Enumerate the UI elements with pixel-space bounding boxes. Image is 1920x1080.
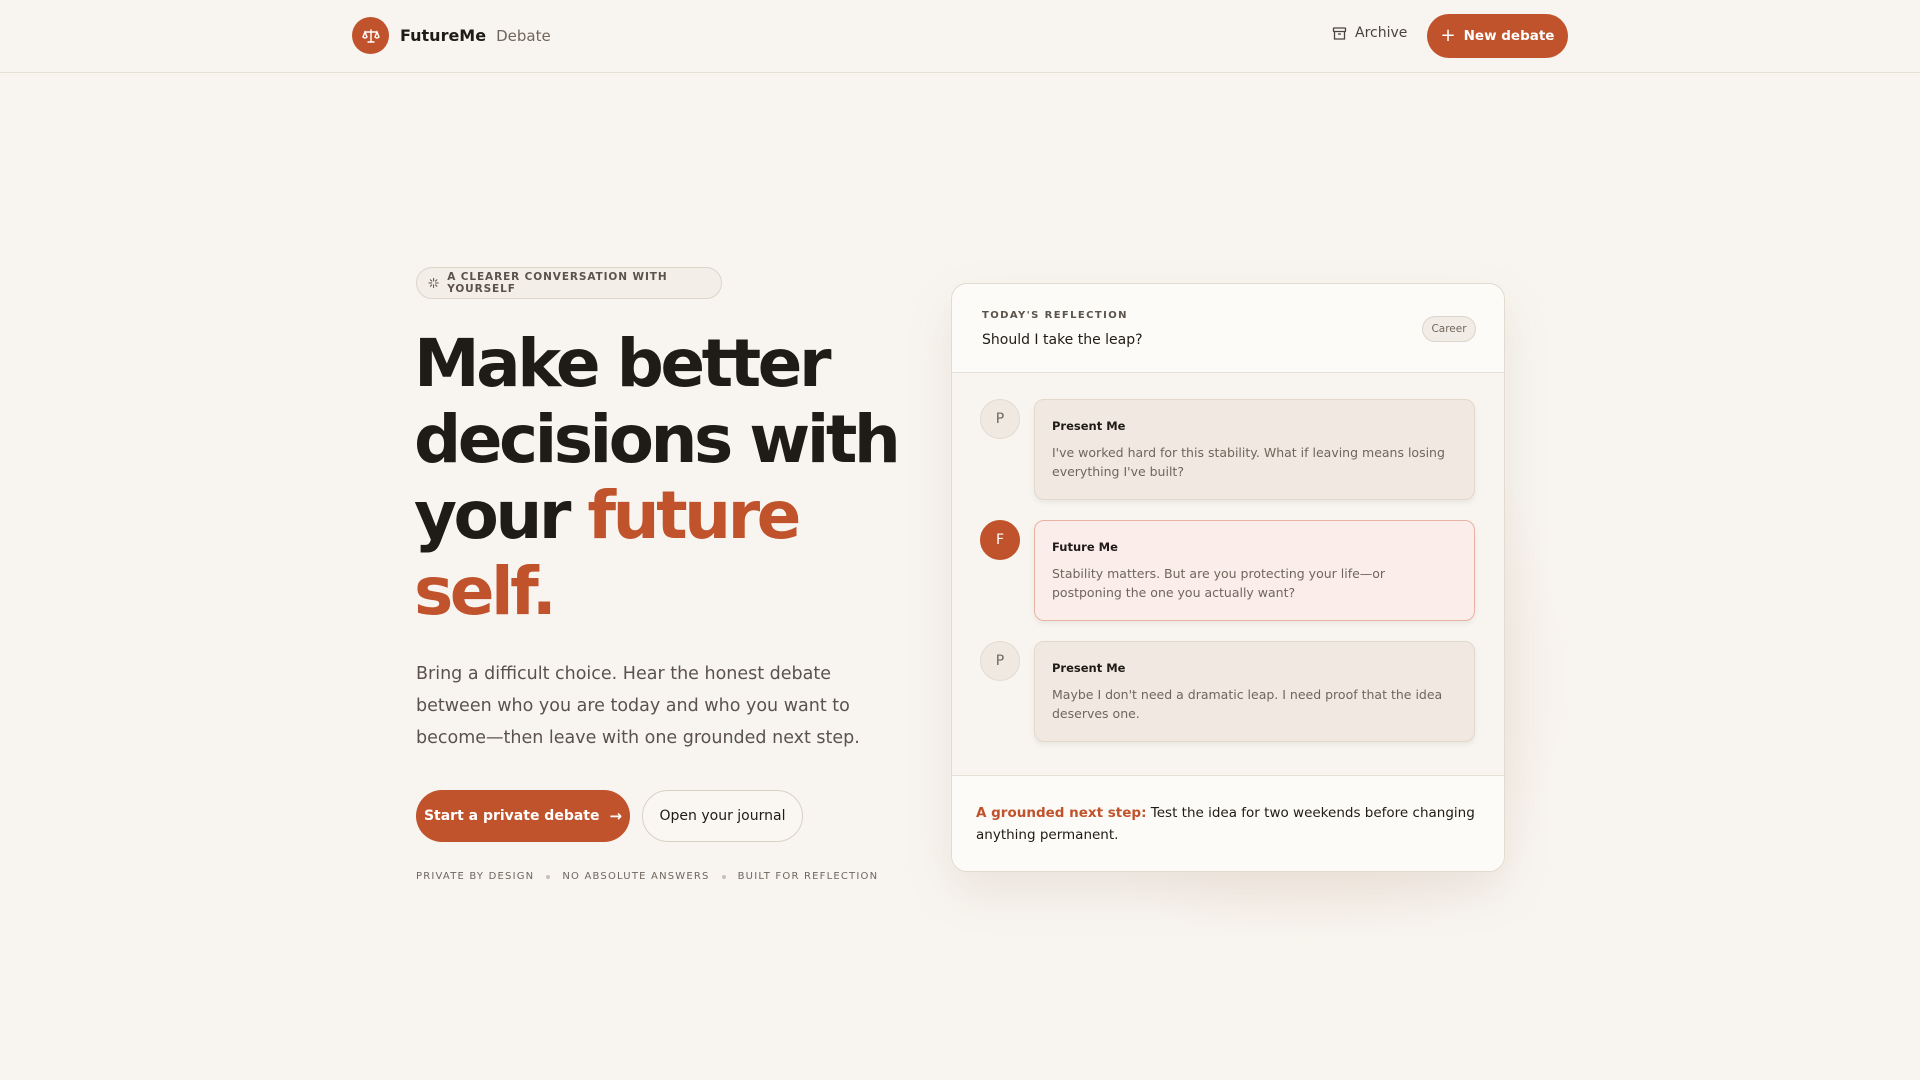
headline-line-3: your: [414, 477, 571, 554]
archive-label: Archive: [1355, 25, 1408, 41]
message-bubble: Present Me Maybe I don't need a dramatic…: [1034, 641, 1475, 742]
start-debate-button[interactable]: Start a private debate →: [416, 790, 630, 842]
archive-link[interactable]: Archive: [1332, 25, 1407, 41]
message-bubble: Future Me Stability matters. But are you…: [1034, 520, 1475, 621]
card-header: TODAY'S REFLECTION Should I take the lea…: [952, 284, 1504, 373]
feature-tags: PRIVATE BY DESIGN NO ABSOLUTE ANSWERS BU…: [416, 871, 878, 882]
sparkle-icon: [428, 277, 439, 289]
brand-name: FutureMe: [400, 26, 487, 45]
avatar: P: [980, 399, 1020, 439]
start-debate-label: Start a private debate: [423, 808, 600, 824]
message-bubble: Present Me I've worked hard for this sta…: [1034, 399, 1475, 500]
archive-box-icon: [1332, 26, 1347, 40]
tag-separator: [721, 874, 726, 879]
headline-line-2: decisions with: [414, 401, 901, 478]
tag-reflection: BUILT FOR REFLECTION: [737, 871, 879, 882]
top-nav: FutureMe Debate Archive + New debate: [0, 0, 1920, 73]
category-chip[interactable]: Career: [1422, 316, 1476, 342]
card-kicker: TODAY'S REFLECTION: [982, 310, 1128, 321]
tag-private: PRIVATE BY DESIGN: [416, 871, 535, 882]
avatar: P: [980, 641, 1020, 681]
eyebrow-badge: A CLEARER CONVERSATION WITH YOURSELF: [416, 267, 722, 299]
message-text: Stability matters. But are you protectin…: [1052, 566, 1386, 600]
headline-line-1: Make better: [414, 325, 832, 402]
headline-accent-2: self.: [414, 553, 557, 630]
new-debate-label: New debate: [1463, 28, 1555, 44]
speaker-name: Future Me: [1052, 540, 1118, 554]
brand-subtitle: Debate: [496, 26, 551, 45]
tag-no-absolute: NO ABSOLUTE ANSWERS: [562, 871, 710, 882]
eyebrow-text: A CLEARER CONVERSATION WITH YOURSELF: [447, 271, 668, 295]
brand[interactable]: FutureMe Debate: [352, 17, 551, 54]
message-text: Maybe I don't need a dramatic leap. I ne…: [1052, 687, 1443, 721]
arrow-right-icon: →: [609, 807, 623, 825]
card-title: Should I take the leap?: [982, 332, 1143, 348]
hero-lead: Bring a difficult choice. Hear the hones…: [416, 664, 860, 748]
debate-thread: P Present Me I've worked hard for this s…: [952, 373, 1504, 775]
hero-headline: Make better decisions with your future s…: [414, 326, 934, 630]
scales-icon: [352, 17, 389, 54]
open-journal-button[interactable]: Open your journal: [642, 790, 803, 842]
next-step: A grounded next step: Test the idea for …: [952, 775, 1504, 871]
new-debate-button[interactable]: + New debate: [1427, 14, 1568, 58]
tag-separator: [546, 874, 551, 879]
plus-icon: +: [1440, 25, 1456, 46]
speaker-name: Present Me: [1052, 419, 1126, 433]
headline-accent-1: future: [587, 477, 801, 554]
reflection-card: TODAY'S REFLECTION Should I take the lea…: [951, 283, 1505, 872]
message-text: I've worked hard for this stability. Wha…: [1052, 445, 1445, 479]
speaker-name: Present Me: [1052, 661, 1126, 675]
next-step-label: A grounded next step:: [976, 805, 1147, 821]
avatar: F: [980, 520, 1020, 560]
open-journal-label: Open your journal: [659, 808, 786, 824]
